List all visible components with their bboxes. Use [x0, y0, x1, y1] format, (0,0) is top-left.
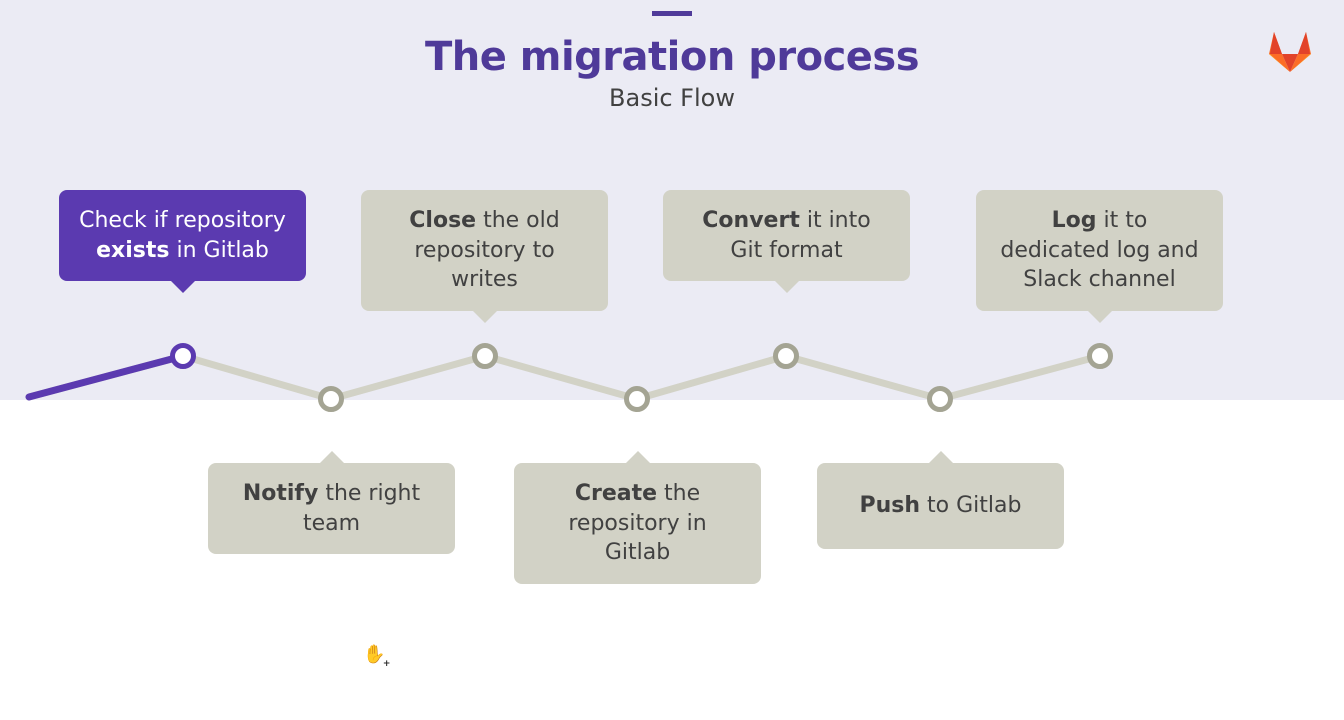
step-box-convert-git: Convert it into Git format [663, 190, 910, 281]
caret-down-icon [171, 281, 195, 293]
timeline-node [1087, 343, 1113, 369]
step-text: Create the repository in Gitlab [568, 481, 706, 565]
step-box-check-exists: Check if repository exists in Gitlab [59, 190, 306, 281]
step-text: Convert it into Git format [702, 208, 870, 263]
timeline-node [773, 343, 799, 369]
step-text: Close the old repository to writes [409, 208, 559, 292]
timeline-node [472, 343, 498, 369]
step-text: Check if repository exists in Gitlab [79, 208, 286, 263]
slide-subtitle: Basic Flow [0, 84, 1344, 112]
cursor-plus-badge: + [382, 660, 392, 669]
gitlab-logo-icon [1266, 28, 1314, 72]
timeline-node [170, 343, 196, 369]
step-text: Log it to dedicated log and Slack channe… [1000, 208, 1198, 292]
caret-up-icon [929, 451, 953, 463]
title-accent-bar [652, 11, 692, 16]
caret-up-icon [320, 451, 344, 463]
step-box-close-old: Close the old repository to writes [361, 190, 608, 311]
caret-up-icon [626, 451, 650, 463]
caret-down-icon [473, 311, 497, 323]
hand-cursor-icon: ✋ + [363, 644, 385, 665]
step-box-log-channel: Log it to dedicated log and Slack channe… [976, 190, 1223, 311]
timeline-node [624, 386, 650, 412]
timeline-node [927, 386, 953, 412]
caret-down-icon [775, 281, 799, 293]
timeline-node [318, 386, 344, 412]
slide-title: The migration process [0, 34, 1344, 80]
caret-down-icon [1088, 311, 1112, 323]
step-box-create-repo: Create the repository in Gitlab [514, 463, 761, 584]
step-text: Notify the right team [243, 481, 420, 536]
step-text: Push to Gitlab [860, 493, 1022, 518]
step-box-notify-team: Notify the right team [208, 463, 455, 554]
step-box-push-gitlab: Push to Gitlab [817, 463, 1064, 549]
